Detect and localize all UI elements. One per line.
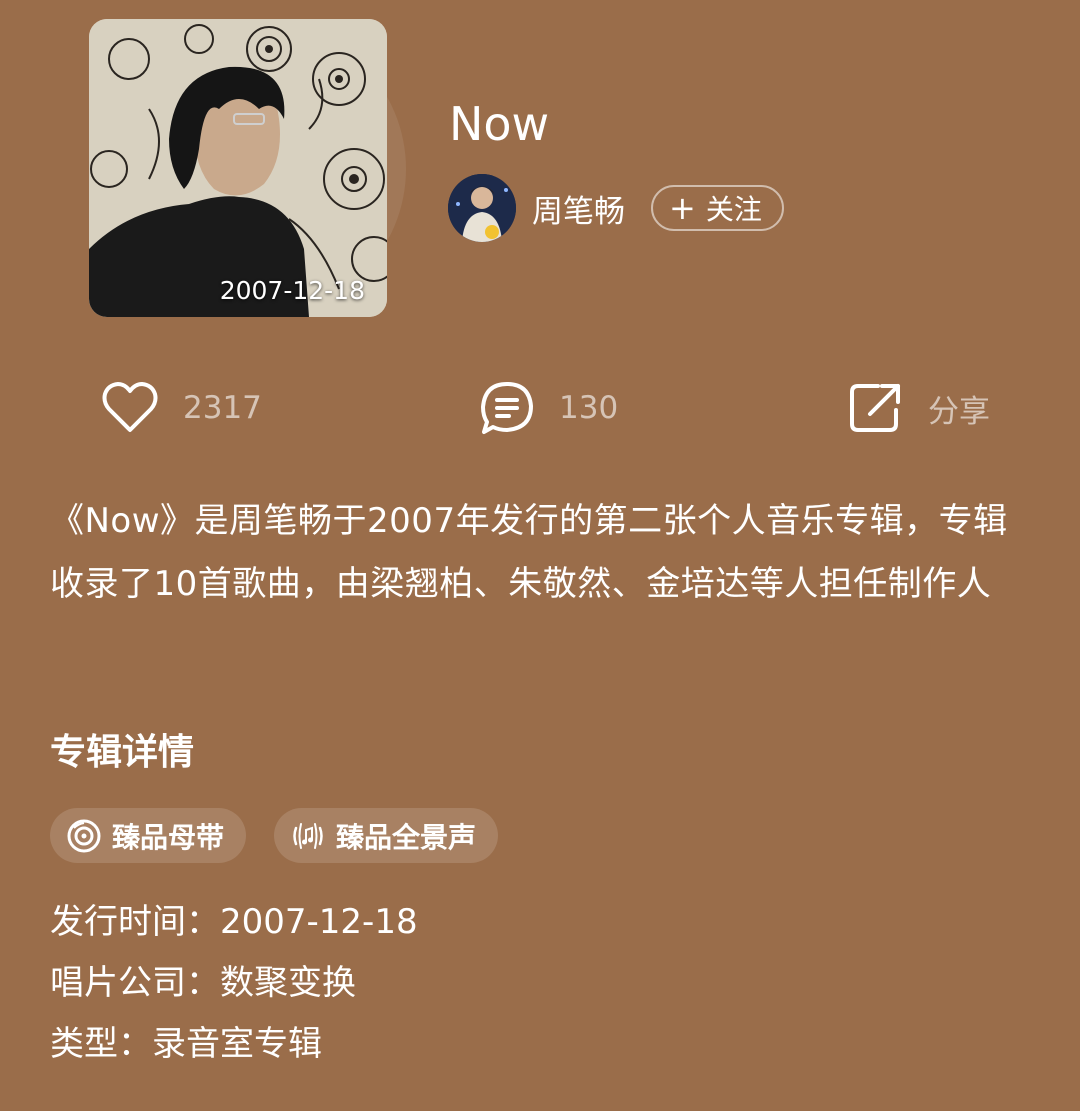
release-date-value: 2007-12-18 bbox=[220, 902, 418, 942]
release-date-row: 发行时间：2007-12-18 bbox=[50, 892, 418, 953]
comment-icon bbox=[481, 382, 533, 434]
album-cover[interactable]: 2007-12-18 bbox=[89, 19, 387, 317]
album-type-row: 类型：录音室专辑 bbox=[50, 1014, 418, 1075]
cover-release-date: 2007-12-18 bbox=[219, 276, 365, 305]
artist-name[interactable]: 周笔畅 bbox=[532, 186, 625, 231]
quality-tags: 臻品母带 臻品全景声 bbox=[50, 808, 526, 863]
comment-button[interactable]: 130 bbox=[479, 380, 618, 436]
album-description: 《Now》是周笔畅于2007年发行的第二张个人音乐专辑，专辑收录了10首歌曲，由… bbox=[50, 501, 1008, 604]
share-icon bbox=[850, 384, 900, 432]
album-meta: 发行时间：2007-12-18 唱片公司：数聚变换 类型：录音室专辑 bbox=[50, 892, 418, 1075]
follow-button[interactable]: + 关注 bbox=[651, 185, 784, 231]
release-date-label: 发行时间： bbox=[50, 902, 220, 942]
album-title: Now bbox=[449, 97, 550, 151]
disc-icon bbox=[67, 819, 101, 852]
tag-master-quality[interactable]: 臻品母带 bbox=[50, 808, 247, 863]
album-type-label: 类型： bbox=[50, 1024, 152, 1064]
follow-label: 关注 bbox=[705, 193, 762, 226]
record-label-row: 唱片公司：数聚变换 bbox=[50, 953, 418, 1014]
share-label: 分享 bbox=[928, 393, 990, 430]
cover-art bbox=[89, 19, 387, 317]
tag-label: 臻品全景声 bbox=[336, 820, 477, 854]
artist-row: 周笔畅 + 关注 bbox=[448, 174, 784, 242]
like-count: 2317 bbox=[183, 390, 262, 426]
plus-icon: + bbox=[669, 189, 696, 227]
surround-sound-icon bbox=[293, 822, 323, 849]
artist-avatar[interactable] bbox=[448, 174, 516, 242]
tag-surround-sound[interactable]: 臻品全景声 bbox=[274, 808, 499, 863]
heart-icon bbox=[102, 382, 158, 432]
like-button[interactable]: 2317 bbox=[101, 380, 262, 436]
comment-count: 130 bbox=[559, 390, 619, 426]
record-label-label: 唱片公司： bbox=[50, 963, 220, 1003]
record-label-value: 数聚变换 bbox=[220, 963, 356, 1003]
tag-label: 臻品母带 bbox=[112, 820, 225, 854]
album-details-title: 专辑详情 bbox=[50, 732, 195, 773]
share-button[interactable]: 分享 bbox=[848, 380, 990, 436]
album-type-value: 录音室专辑 bbox=[152, 1024, 322, 1064]
